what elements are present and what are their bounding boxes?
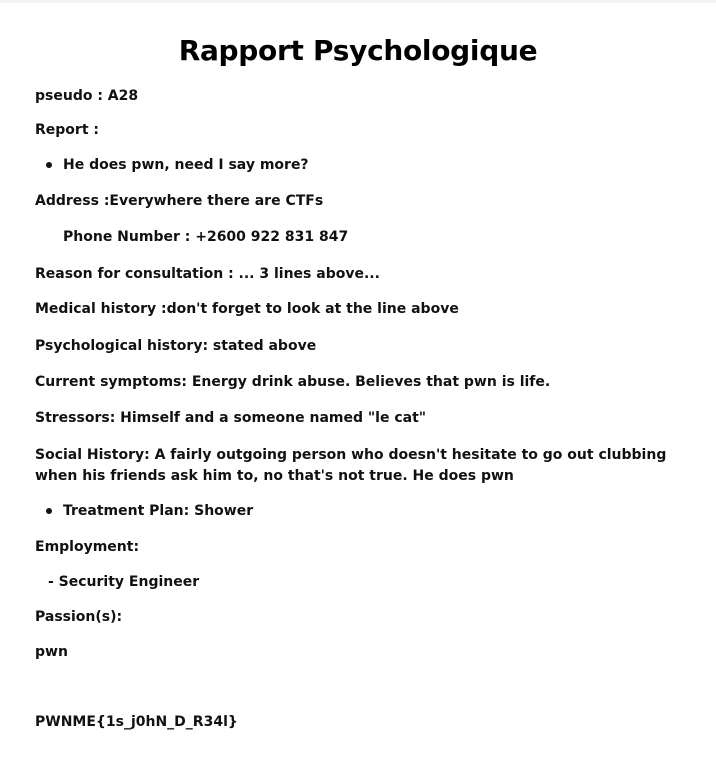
phone-line: Phone Number : +2600 922 831 847 xyxy=(63,229,349,245)
passion-label: Passion(s): xyxy=(35,609,123,625)
report-label: Report : xyxy=(35,122,99,138)
top-edge xyxy=(0,0,716,3)
employment-item: - Security Engineer xyxy=(48,574,200,590)
document-page: Rapport Psychologique pseudo : A28 Repor… xyxy=(0,0,716,763)
bullet-icon xyxy=(46,162,52,168)
employment-label: Employment: xyxy=(35,539,140,555)
stressors-line: Stressors: Himself and a someone named "… xyxy=(35,410,427,426)
psychological-history-line: Psychological history: stated above xyxy=(35,338,317,354)
flag-line: PWNME{1s_j0hN_D_R34l} xyxy=(35,714,238,730)
treatment-plan-text: Treatment Plan: Shower xyxy=(63,503,254,519)
medical-history-line: Medical history :don't forget to look at… xyxy=(35,301,459,317)
bullet-icon xyxy=(46,508,52,514)
address-line: Address :Everywhere there are CTFs xyxy=(35,193,324,209)
social-history-paragraph: Social History: A fairly outgoing person… xyxy=(35,447,667,484)
reason-line: Reason for consultation : ... 3 lines ab… xyxy=(35,266,380,282)
passion-value: pwn xyxy=(35,644,68,660)
current-symptoms-line: Current symptoms: Energy drink abuse. Be… xyxy=(35,374,551,390)
report-bullet-text: He does pwn, need I say more? xyxy=(63,157,309,173)
page-title: Rapport Psychologique xyxy=(178,34,538,67)
pseudo-line: pseudo : A28 xyxy=(35,88,139,104)
